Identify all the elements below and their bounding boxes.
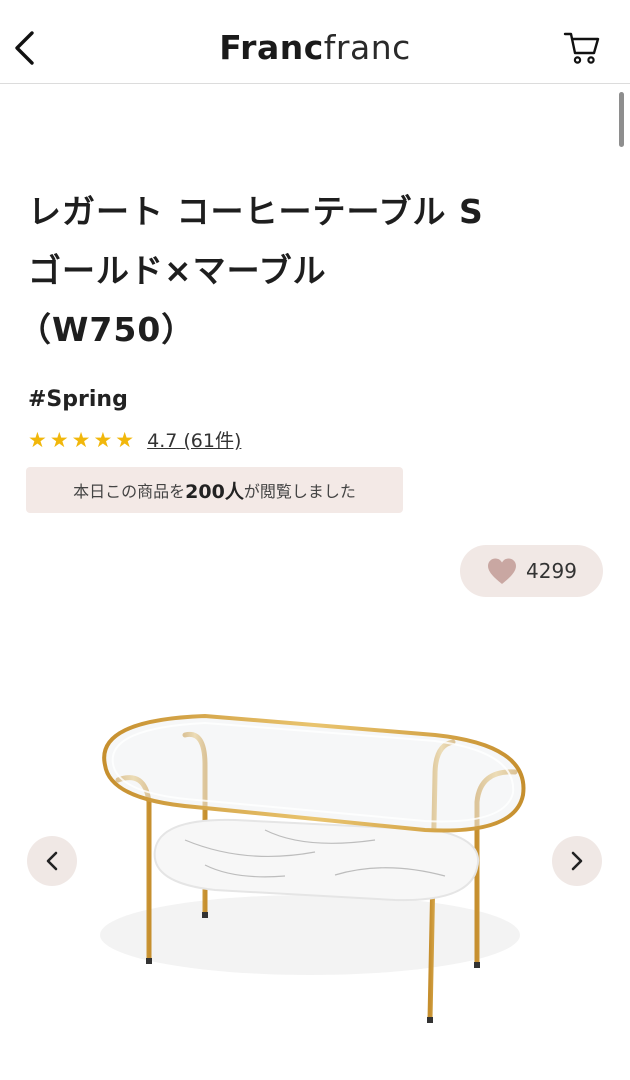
chevron-left-icon [46,851,58,871]
viewers-prefix: 本日この商品を [73,482,186,501]
chevron-right-icon [571,851,583,871]
scrollbar-thumb[interactable] [619,92,624,147]
review-count-link[interactable]: 4.7 (61件) [147,426,241,453]
product-title-line-1: レガート コーヒーテーブル S [28,192,484,231]
viewer-count-banner: 本日この商品を 200人 が閲覧しました [26,467,403,513]
hashtag-link[interactable]: #Spring [28,387,128,412]
heart-icon [488,558,517,584]
viewers-count: 200人 [185,480,244,503]
cart-button[interactable] [560,26,604,70]
brand-logo[interactable]: Francfranc [0,26,630,70]
carousel-prev-button[interactable] [27,836,77,886]
star-rating-icon: ★★★★★ [28,427,138,452]
product-title-line-2: ゴールド×マーブル [28,251,327,290]
product-title: レガート コーヒーテーブル S ゴールド×マーブル （W750） [18,182,598,359]
carousel-next-button[interactable] [552,836,602,886]
favorite-button[interactable]: 4299 [460,545,603,597]
product-image[interactable] [85,690,535,1035]
product-title-line-3: （W750） [18,310,196,349]
rating-row: ★★★★★ 4.7 (61件) [28,426,241,453]
cart-icon [563,32,600,64]
app-header: Francfranc [0,0,630,84]
viewers-suffix: が閲覧しました [243,482,356,501]
favorite-count: 4299 [526,559,577,583]
